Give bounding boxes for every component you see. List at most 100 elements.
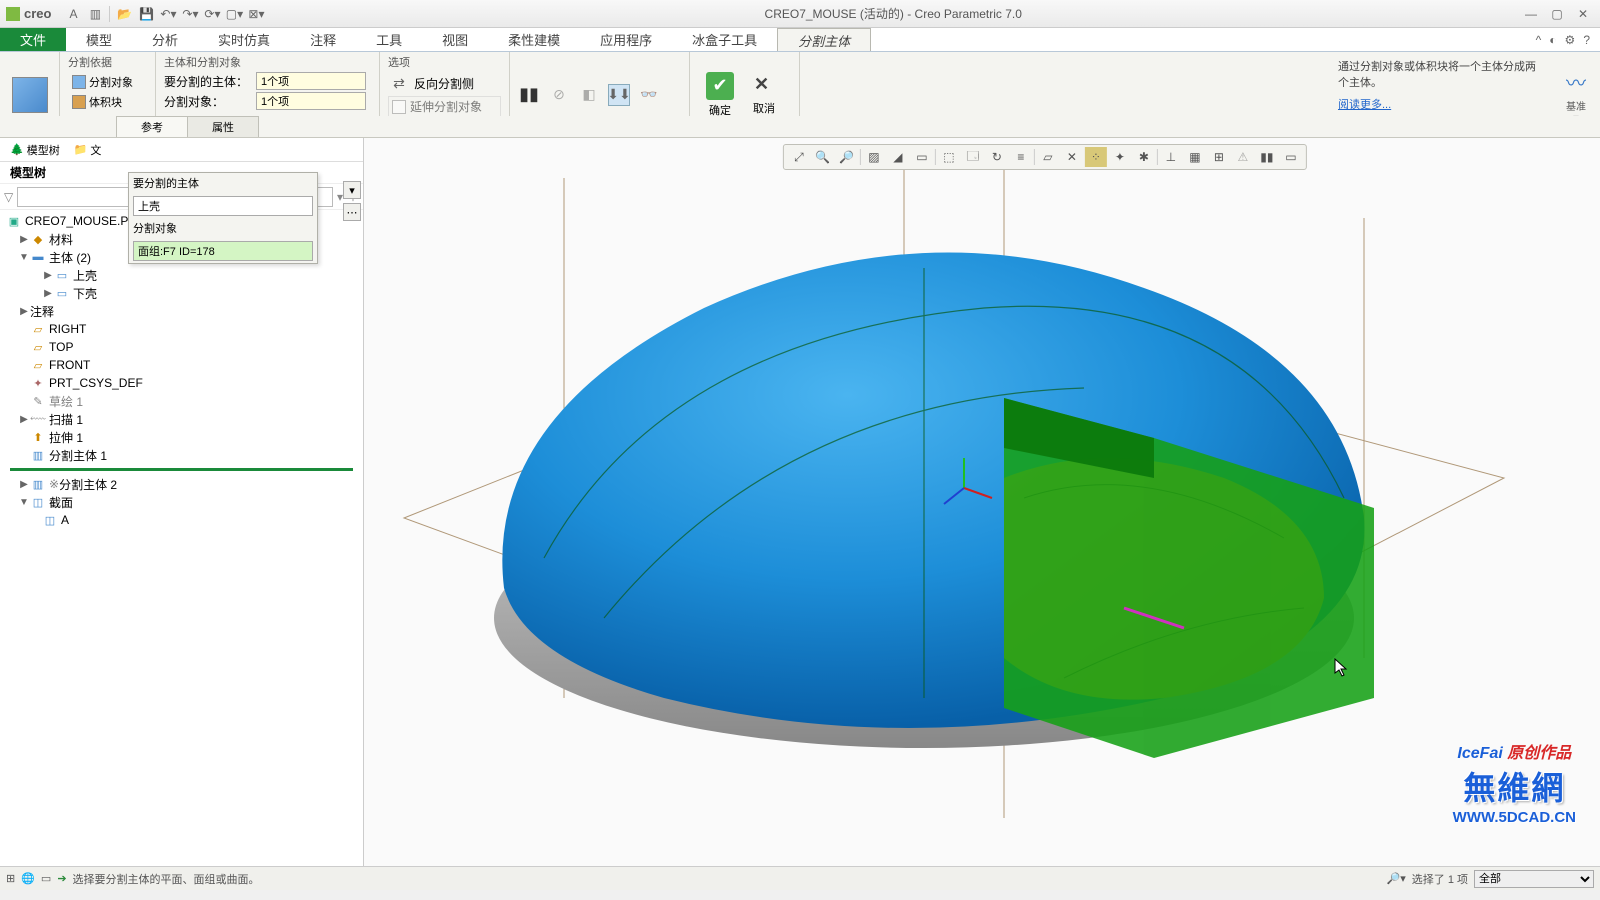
qat-font-icon[interactable]: A <box>63 4 83 24</box>
tab-icebox[interactable]: 冰盒子工具 <box>672 28 777 51</box>
model-tree[interactable]: ▣CREO7_MOUSE.PRT ▶◆材料 ▼▬主体 (2) ▶▭上壳 ▶▭下壳… <box>0 210 363 866</box>
saved-view-icon[interactable]: ▭ <box>911 147 933 167</box>
shading-icon[interactable]: ◢ <box>887 147 909 167</box>
help-chevron-icon[interactable]: ^ <box>1536 33 1542 47</box>
qat-undo-icon[interactable]: ↶▾ <box>158 4 178 24</box>
status-box-icon[interactable]: ▭ <box>41 872 51 885</box>
qat-new-icon[interactable]: ▥ <box>85 4 105 24</box>
tree-sweep[interactable]: ▶⬳扫描 1 <box>0 410 363 428</box>
tree-sketch[interactable]: ✎草绘 1 <box>0 392 363 410</box>
tab-apps[interactable]: 应用程序 <box>580 28 672 51</box>
collector-splitobj-field[interactable]: 面组:F7 ID=178 <box>133 241 313 261</box>
attach-preview-icon[interactable]: ⬇⬇ <box>608 84 630 106</box>
volume-block-button[interactable]: 体积块 <box>68 92 147 112</box>
tab-tools[interactable]: 工具 <box>356 28 422 51</box>
tree-tab-model[interactable]: 🌲模型树 <box>4 140 66 160</box>
zoom-out-icon[interactable]: 🔎 <box>836 147 858 167</box>
named-view-icon[interactable]: 🗔 <box>962 147 984 167</box>
group-options-title: 选项 <box>388 54 501 70</box>
qat-windows-icon[interactable]: ▢▾ <box>224 4 244 24</box>
status-globe-icon[interactable]: 🌐 <box>21 872 35 885</box>
minimize-button[interactable]: — <box>1520 5 1542 23</box>
split-body-main-icon[interactable] <box>12 77 48 113</box>
qat-redo-icon[interactable]: ↷▾ <box>180 4 200 24</box>
tree-split1[interactable]: ▥分割主体 1 <box>0 446 363 464</box>
qat-regen-icon[interactable]: ⟳▾ <box>202 4 222 24</box>
tree-section-a[interactable]: ◫A <box>0 511 363 529</box>
snap-icon[interactable]: ⊞ <box>1208 147 1230 167</box>
tree-body-upper[interactable]: ▶▭上壳 <box>0 266 363 284</box>
tab-model[interactable]: 模型 <box>66 28 132 51</box>
grid-icon[interactable]: ▦ <box>1184 147 1206 167</box>
datum-toggle-icon[interactable]: 〰 <box>1566 67 1586 96</box>
tol-icon[interactable]: ⊥ <box>1160 147 1182 167</box>
tree-body-lower[interactable]: ▶▭下壳 <box>0 284 363 302</box>
tab-live-sim[interactable]: 实时仿真 <box>198 28 290 51</box>
tree-annotations[interactable]: ▶注释 <box>0 302 363 320</box>
layers-icon[interactable]: ≡ <box>1010 147 1032 167</box>
verify-icon[interactable]: ◧ <box>578 84 600 106</box>
find-icon[interactable]: 🔎▾ <box>1387 872 1406 885</box>
datum-axis-icon[interactable]: ✕ <box>1061 147 1083 167</box>
tree-extrude[interactable]: ⬆拉伸 1 <box>0 428 363 446</box>
zoom-in-icon[interactable]: 🔍 <box>812 147 834 167</box>
help-cloud-icon[interactable]: ◐ <box>1549 33 1556 47</box>
filter-icon[interactable]: ▽ <box>4 190 13 204</box>
tree-split2[interactable]: ▶▥※分割主体 2 <box>0 475 363 493</box>
tree-section[interactable]: ▼◫截面 <box>0 493 363 511</box>
tree-tab-folder[interactable]: 📁文 <box>68 140 108 160</box>
extend-split-checkbox[interactable] <box>392 100 406 114</box>
body-to-split-field[interactable] <box>256 72 366 90</box>
graphics-viewport[interactable]: ⤢ 🔍 🔎 ▨ ◢ ▭ ⬚ 🗔 ↻ ≡ ▱ ✕ ⁘ ✦ ✱ ⊥ ▦ ⊞ ⚠ ▮▮… <box>364 138 1600 866</box>
glasses-icon[interactable]: 👓 <box>638 84 660 106</box>
no-preview-icon[interactable]: ⊘ <box>548 84 570 106</box>
collector-details-icon[interactable]: ⋯ <box>343 203 361 221</box>
subtab-reference[interactable]: 参考 <box>116 116 188 137</box>
pause-icon[interactable]: ▮▮ <box>518 84 540 106</box>
status-tree-icon[interactable]: ⊞ <box>6 872 15 885</box>
ribbon-tabs: 文件 模型 分析 实时仿真 注释 工具 视图 柔性建模 应用程序 冰盒子工具 分… <box>0 28 1600 52</box>
selection-filter[interactable]: 全部 <box>1474 870 1594 888</box>
qat-close-icon[interactable]: ⊠▾ <box>246 4 266 24</box>
help-icon[interactable]: ? <box>1583 33 1590 47</box>
split-icon: ▥ <box>30 448 46 462</box>
stop-icon[interactable]: ▭ <box>1280 147 1302 167</box>
repaint-icon[interactable]: ▨ <box>863 147 885 167</box>
body-icon: ▭ <box>54 286 70 300</box>
tree-csys[interactable]: ✦PRT_CSYS_DEF <box>0 374 363 392</box>
datum-plane-icon[interactable]: ▱ <box>1037 147 1059 167</box>
group-body-obj-title: 主体和分割对象 <box>164 54 371 70</box>
subtab-properties[interactable]: 属性 <box>187 116 259 137</box>
help-settings-icon[interactable]: ⚙ <box>1565 33 1576 47</box>
tab-flex[interactable]: 柔性建模 <box>488 28 580 51</box>
collector-dropdown-icon[interactable]: ▾ <box>343 181 361 199</box>
bodies-icon: ▬ <box>30 250 46 264</box>
perspective-icon[interactable]: ⬚ <box>938 147 960 167</box>
datum-csys-icon[interactable]: ✦ <box>1109 147 1131 167</box>
split-object-button[interactable]: 分割对象 <box>68 72 147 92</box>
file-tab[interactable]: 文件 <box>0 28 66 51</box>
tab-annotate[interactable]: 注释 <box>290 28 356 51</box>
warn-icon[interactable]: ⚠ <box>1232 147 1254 167</box>
qat-open-icon[interactable]: 📂 <box>114 4 134 24</box>
sketch-icon: ✎ <box>30 394 46 408</box>
tree-icon: 🌲 <box>10 143 24 156</box>
flip-side-icon[interactable]: ⇄ <box>388 72 410 94</box>
read-more-link[interactable]: 阅读更多... <box>1338 96 1546 112</box>
tree-plane-top[interactable]: ▱TOP <box>0 338 363 356</box>
tree-plane-front[interactable]: ▱FRONT <box>0 356 363 374</box>
spin-icon[interactable]: ↻ <box>986 147 1008 167</box>
tab-view[interactable]: 视图 <box>422 28 488 51</box>
qat-save-icon[interactable]: 💾 <box>136 4 156 24</box>
pause2-icon[interactable]: ▮▮ <box>1256 147 1278 167</box>
close-button[interactable]: ✕ <box>1572 5 1594 23</box>
refit-icon[interactable]: ⤢ <box>788 147 810 167</box>
datum-point-icon[interactable]: ⁘ <box>1085 147 1107 167</box>
tab-split-body[interactable]: 分割主体 <box>777 28 871 51</box>
split-object-field[interactable] <box>256 92 366 110</box>
tab-analysis[interactable]: 分析 <box>132 28 198 51</box>
annotation-display-icon[interactable]: ✱ <box>1133 147 1155 167</box>
maximize-button[interactable]: ▢ <box>1546 5 1568 23</box>
tree-plane-right[interactable]: ▱RIGHT <box>0 320 363 338</box>
collector-body-field[interactable]: 上壳 <box>133 196 313 216</box>
